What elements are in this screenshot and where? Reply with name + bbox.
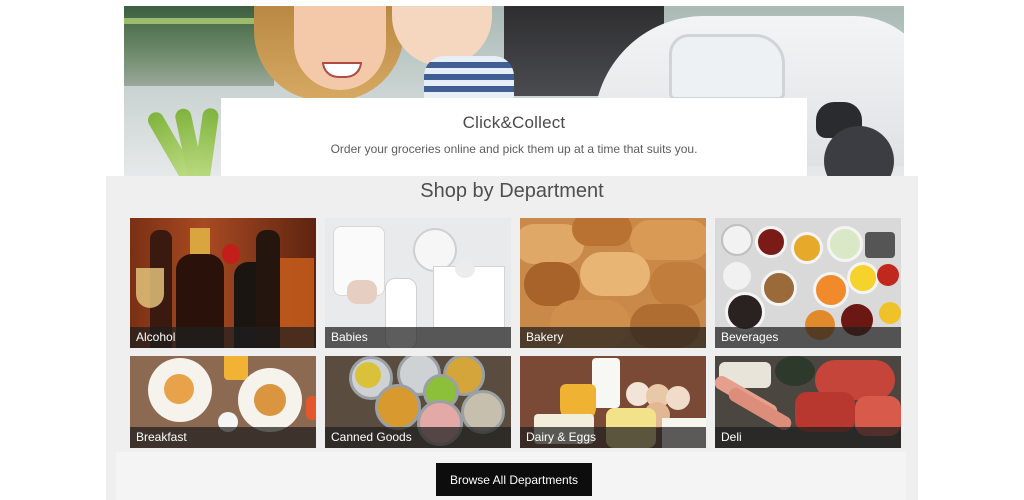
hero-background-fence: [124, 18, 264, 24]
department-label: Canned Goods: [325, 427, 511, 448]
department-label: Bakery: [520, 327, 706, 348]
department-label: Dairy & Eggs: [520, 427, 706, 448]
hero-baby-shirt: [424, 56, 514, 104]
department-grid: Alcohol Babies Bakery Beverages Breakfas…: [130, 218, 902, 448]
department-label: Breakfast: [130, 427, 316, 448]
department-tile-bakery[interactable]: Bakery: [520, 218, 706, 348]
department-tile-babies[interactable]: Babies: [325, 218, 511, 348]
department-tile-deli[interactable]: Deli: [715, 356, 901, 448]
department-label: Beverages: [715, 327, 901, 348]
department-tile-alcohol[interactable]: Alcohol: [130, 218, 316, 348]
hero-car-window: [669, 34, 785, 100]
promo-subtitle: Order your groceries online and pick the…: [330, 142, 698, 156]
browse-all-departments-button[interactable]: Browse All Departments: [436, 463, 592, 496]
department-tile-canned-goods[interactable]: Canned Goods: [325, 356, 511, 448]
department-label: Babies: [325, 327, 511, 348]
department-tile-breakfast[interactable]: Breakfast: [130, 356, 316, 448]
department-tile-dairy-eggs[interactable]: Dairy & Eggs: [520, 356, 706, 448]
department-label: Deli: [715, 427, 901, 448]
department-label: Alcohol: [130, 327, 316, 348]
section-title: Shop by Department: [420, 180, 604, 202]
department-tile-beverages[interactable]: Beverages: [715, 218, 901, 348]
promo-title: Click&Collect: [462, 113, 566, 132]
click-collect-promo[interactable]: Click&Collect Order your groceries onlin…: [221, 98, 807, 176]
